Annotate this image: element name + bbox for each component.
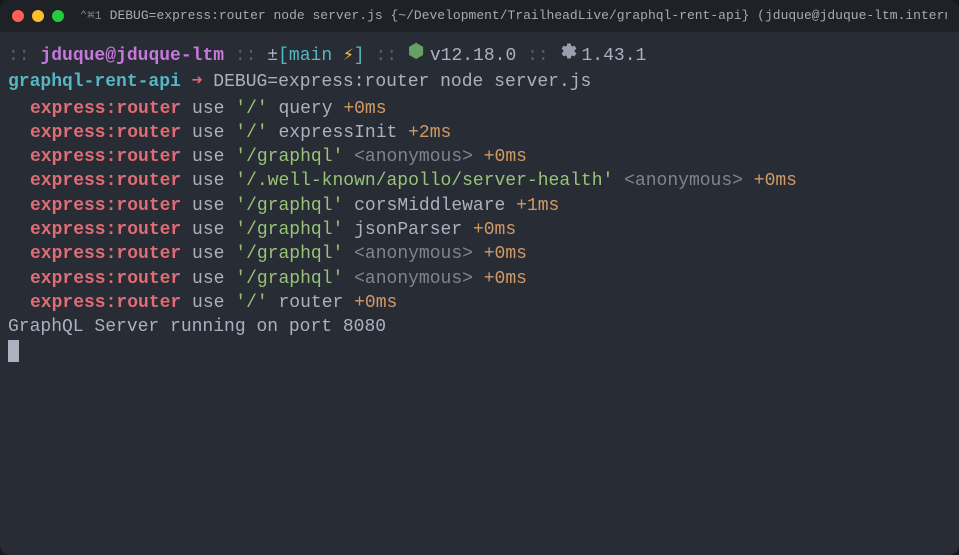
log-namespace: express:router <box>30 147 181 167</box>
log-handler: router <box>278 293 343 313</box>
log-path: '/' <box>235 293 267 313</box>
log-timing: +0ms <box>484 244 527 264</box>
prompt-separator: :: <box>375 46 397 66</box>
log-verb: use <box>192 171 224 191</box>
log-timing: +0ms <box>754 171 797 191</box>
log-handler: <anonymous> <box>624 171 743 191</box>
log-handler: corsMiddleware <box>354 196 505 216</box>
terminal-window: ⌃⌘1 DEBUG=express:router node server.js … <box>0 0 959 555</box>
log-namespace: express:router <box>30 293 181 313</box>
git-dirty-indicator: ± <box>267 46 278 66</box>
log-path: '/graphql' <box>235 147 343 167</box>
log-output: express:router use '/' query +0msexpress… <box>8 97 951 316</box>
log-handler: <anonymous> <box>354 244 473 264</box>
log-path: '/' <box>235 99 267 119</box>
status-line: GraphQL Server running on port 8080 <box>8 315 951 339</box>
branch-bracket-open: [ <box>278 46 289 66</box>
log-verb: use <box>192 244 224 264</box>
log-timing: +0ms <box>484 269 527 289</box>
log-path: '/' <box>235 123 267 143</box>
maximize-button[interactable] <box>52 10 64 22</box>
version-label: 1.43.1 <box>582 46 647 66</box>
log-namespace: express:router <box>30 99 181 119</box>
log-timing: +0ms <box>484 147 527 167</box>
cursor-line <box>8 340 951 364</box>
terminal-cursor <box>8 340 19 362</box>
node-version: v12.18.0 <box>430 46 516 66</box>
git-branch: main <box>289 46 332 66</box>
log-line: express:router use '/.well-known/apollo/… <box>8 169 951 193</box>
log-namespace: express:router <box>30 269 181 289</box>
window-title: DEBUG=express:router node server.js {~/D… <box>110 7 947 25</box>
prompt-separator: :: <box>8 46 30 66</box>
log-timing: +0ms <box>354 293 397 313</box>
log-handler: expressInit <box>278 123 397 143</box>
log-namespace: express:router <box>30 123 181 143</box>
prompt-separator: :: <box>527 46 549 66</box>
log-verb: use <box>192 147 224 167</box>
terminal-body[interactable]: :: jduque@jduque-ltm :: ±[main ⚡] :: v12… <box>0 32 959 555</box>
log-line: express:router use '/graphql' <anonymous… <box>8 145 951 169</box>
titlebar[interactable]: ⌃⌘1 DEBUG=express:router node server.js … <box>0 0 959 32</box>
log-verb: use <box>192 269 224 289</box>
log-handler: jsonParser <box>354 220 462 240</box>
log-timing: +0ms <box>473 220 516 240</box>
log-line: express:router use '/graphql' <anonymous… <box>8 242 951 266</box>
prompt-separator: :: <box>235 46 257 66</box>
log-line: express:router use '/graphql' corsMiddle… <box>8 194 951 218</box>
shortcut-indicator: ⌃⌘1 <box>80 8 102 24</box>
log-verb: use <box>192 196 224 216</box>
log-path: '/.well-known/apollo/server-health' <box>235 171 613 191</box>
log-line: express:router use '/' router +0ms <box>8 291 951 315</box>
log-line: express:router use '/' query +0ms <box>8 97 951 121</box>
log-path: '/graphql' <box>235 196 343 216</box>
traffic-lights <box>12 10 64 22</box>
prompt-line-2: graphql-rent-api ➜ DEBUG=express:router … <box>8 70 951 94</box>
log-line: express:router use '/graphql' <anonymous… <box>8 267 951 291</box>
log-handler: <anonymous> <box>354 269 473 289</box>
node-hexagon-icon <box>408 42 426 68</box>
log-path: '/graphql' <box>235 244 343 264</box>
log-verb: use <box>192 99 224 119</box>
gear-icon <box>560 42 578 68</box>
log-timing: +2ms <box>408 123 451 143</box>
log-verb: use <box>192 220 224 240</box>
minimize-button[interactable] <box>32 10 44 22</box>
log-verb: use <box>192 293 224 313</box>
log-verb: use <box>192 123 224 143</box>
log-path: '/graphql' <box>235 220 343 240</box>
log-timing: +1ms <box>516 196 559 216</box>
branch-bracket-close: ] <box>354 46 365 66</box>
log-namespace: express:router <box>30 171 181 191</box>
server-status: GraphQL Server running on port 8080 <box>8 317 386 337</box>
log-path: '/graphql' <box>235 269 343 289</box>
prompt-arrow-icon: ➜ <box>192 72 203 92</box>
directory-name: graphql-rent-api <box>8 72 181 92</box>
command-text: DEBUG=express:router node server.js <box>213 72 591 92</box>
log-timing: +0ms <box>343 99 386 119</box>
log-handler: query <box>278 99 332 119</box>
log-namespace: express:router <box>30 196 181 216</box>
close-button[interactable] <box>12 10 24 22</box>
log-line: express:router use '/' expressInit +2ms <box>8 121 951 145</box>
log-namespace: express:router <box>30 244 181 264</box>
log-namespace: express:router <box>30 220 181 240</box>
user-host: jduque@jduque-ltm <box>40 46 224 66</box>
prompt-line-1: :: jduque@jduque-ltm :: ±[main ⚡] :: v12… <box>8 42 951 68</box>
log-line: express:router use '/graphql' jsonParser… <box>8 218 951 242</box>
log-handler: <anonymous> <box>354 147 473 167</box>
lightning-icon: ⚡ <box>343 46 354 66</box>
